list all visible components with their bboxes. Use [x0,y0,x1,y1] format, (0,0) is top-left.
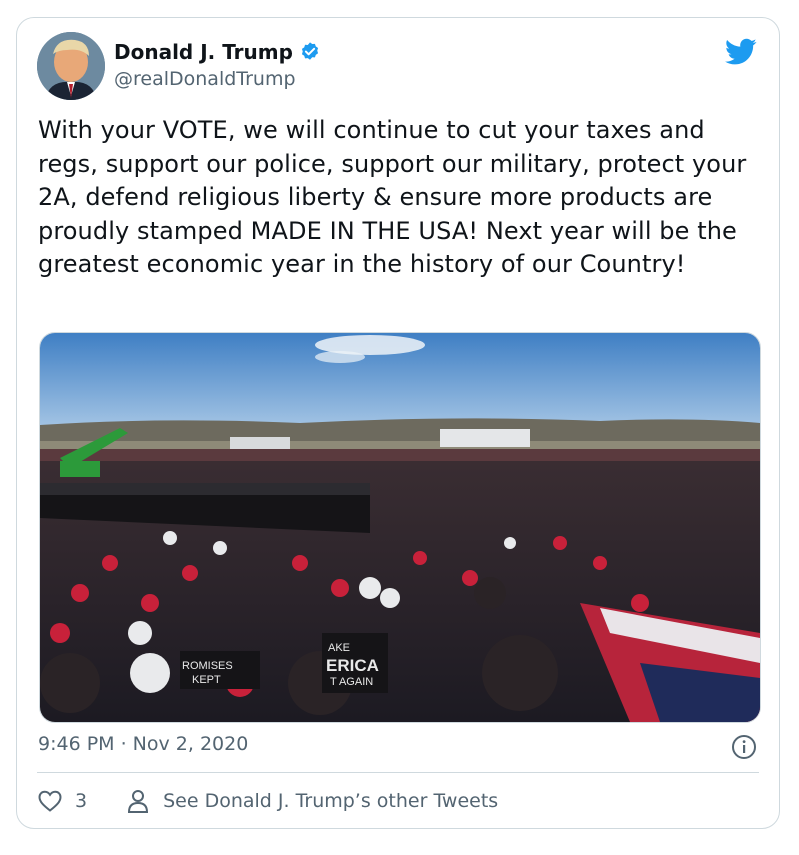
tweet-media-photo[interactable]: ROMISES KEPT AKE ERICA T AGAIN [39,332,761,723]
sign-text-t-again: T AGAIN [330,676,373,688]
tweet-actions: 3 See Donald J. Trump’s other Tweets [37,788,498,814]
sign-text-kept: KEPT [192,674,221,686]
tweet-card: Donald J. Trump @realDonaldTrump With yo… [16,17,780,829]
divider [37,772,759,773]
tweet-text: With your VOTE, we will continue to cut … [38,116,747,278]
see-other-tweets-link[interactable]: See Donald J. Trump’s other Tweets [163,790,498,812]
verified-badge-icon [301,42,318,60]
author-name-row: Donald J. Trump [114,40,321,64]
info-icon[interactable] [731,734,757,760]
sign-text-erica: ERICA [326,656,379,675]
tweet-timestamp[interactable]: 9:46 PM · Nov 2, 2020 [38,733,248,755]
author-handle[interactable]: @realDonaldTrump [114,68,296,90]
sign-text-ake: AKE [328,642,350,654]
rally-crowd-photo: ROMISES KEPT AKE ERICA T AGAIN [40,333,760,722]
person-icon [128,790,149,813]
avatar[interactable] [37,32,105,100]
twitter-bird-icon[interactable] [725,38,757,66]
sign-text-romises: ROMISES [182,660,233,672]
like-count[interactable]: 3 [75,790,87,812]
heart-icon[interactable] [37,789,63,813]
author-display-name[interactable]: Donald J. Trump [114,40,293,64]
